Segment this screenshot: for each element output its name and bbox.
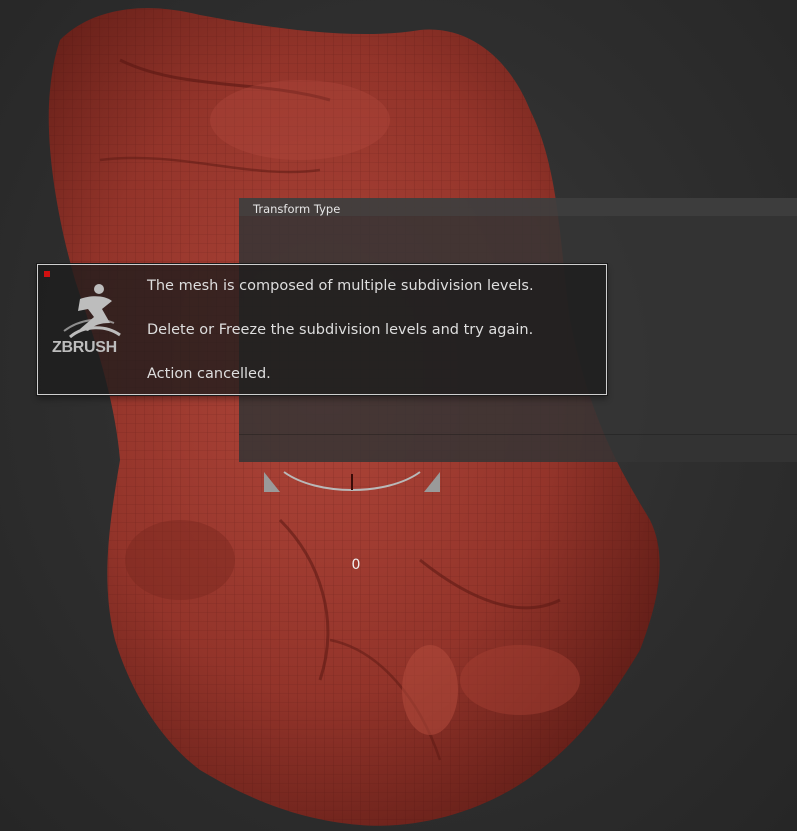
zbrush-wordmark: ZBRUSH (52, 339, 117, 356)
dialog-message-line: The mesh is composed of multiple subdivi… (147, 278, 534, 294)
panel-title: Transform Type (253, 202, 341, 216)
gizmo-dial-icon[interactable] (262, 466, 442, 506)
dialog-message-line: Delete or Freeze the subdivision levels … (147, 322, 534, 338)
message-dialog[interactable]: ZBRUSH The mesh is composed of multiple … (37, 264, 607, 395)
panel-divider (239, 434, 797, 435)
alert-dot-icon (44, 271, 50, 277)
dialog-status-line: Action cancelled. (147, 366, 271, 382)
gizmo-value-label: 0 (351, 557, 361, 573)
